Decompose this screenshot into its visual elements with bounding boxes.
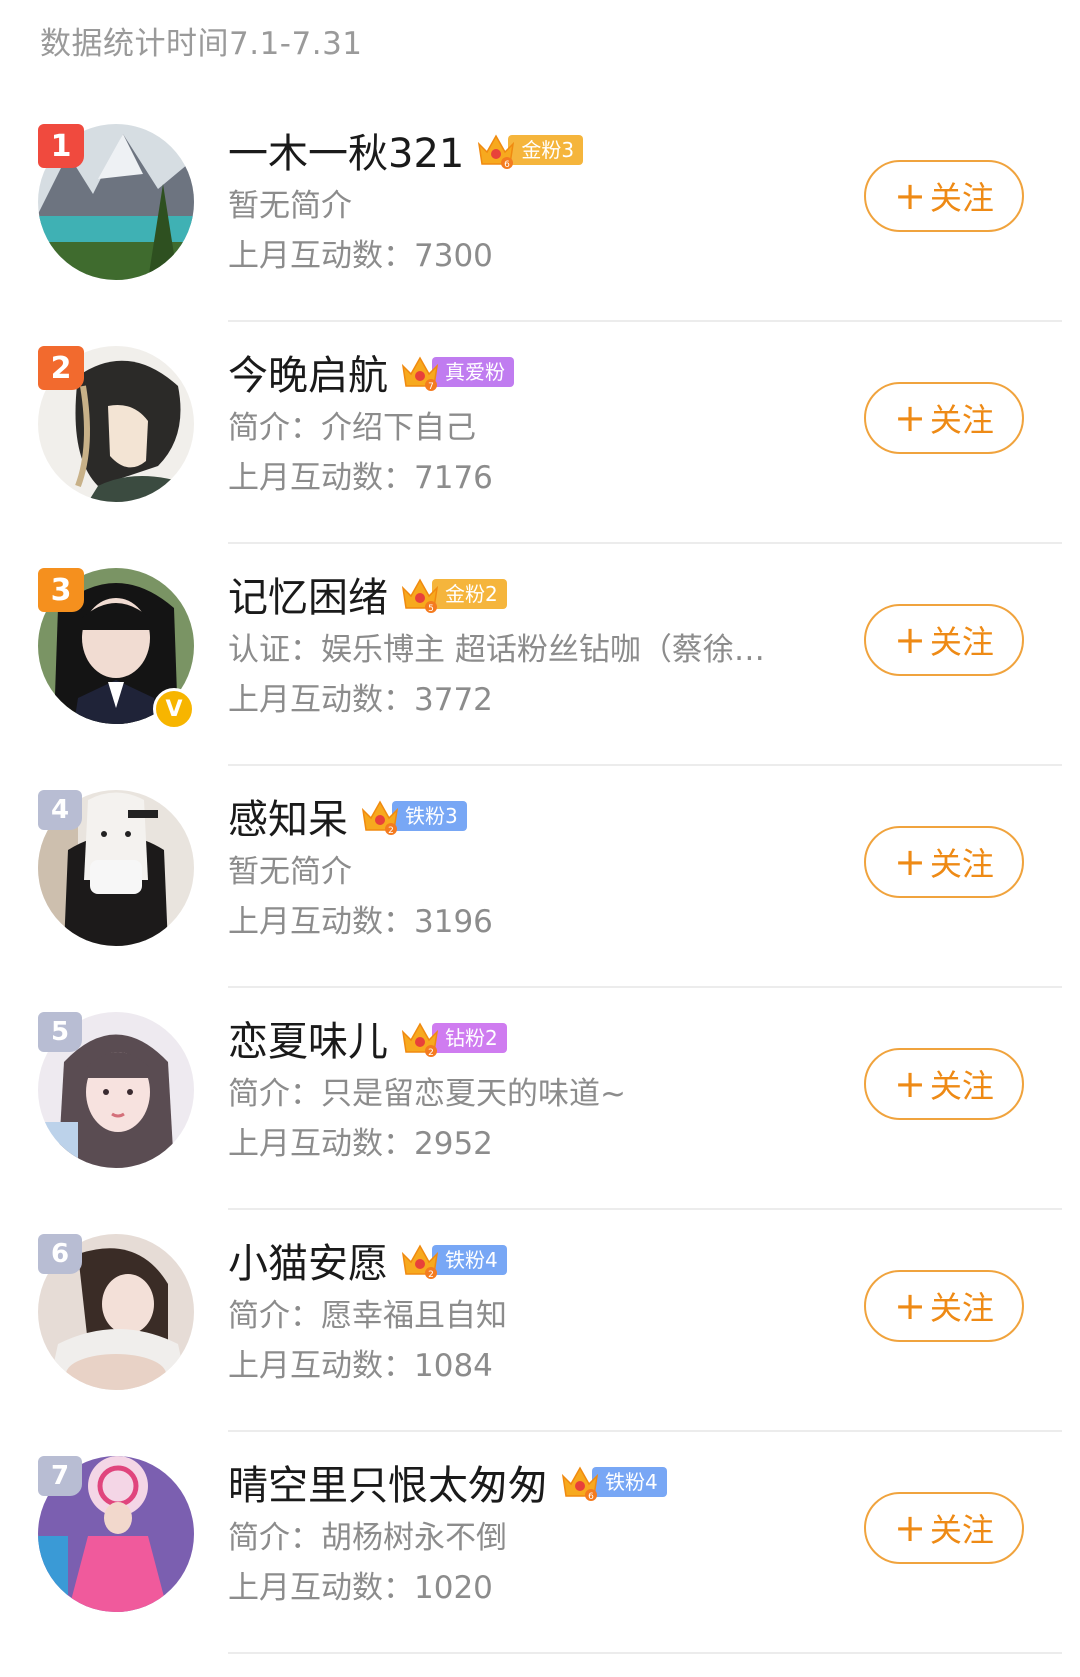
fan-badge-label: 铁粉4 xyxy=(432,1245,507,1275)
follow-label: 关注 xyxy=(929,1067,994,1105)
plus-icon: + xyxy=(894,840,926,884)
interaction-count: 上月互动数：1084 xyxy=(228,1348,493,1384)
fan-badge-label: 铁粉4 xyxy=(592,1467,667,1497)
user-bio: 暂无简介 xyxy=(228,854,352,890)
plus-icon: + xyxy=(894,1506,926,1550)
crown-icon: 5 xyxy=(400,574,440,614)
follow-label: 关注 xyxy=(929,1289,994,1327)
rank-badge: 7 xyxy=(38,1456,82,1496)
rank-badge: 3 xyxy=(38,568,84,612)
interaction-count: 上月互动数：7300 xyxy=(228,238,493,274)
username[interactable]: 记忆困绪 xyxy=(228,565,388,623)
username[interactable]: 感知呆 xyxy=(228,787,348,845)
follow-button[interactable]: + 关注 xyxy=(864,1492,1024,1564)
username[interactable]: 小猫安愿 xyxy=(228,1231,388,1289)
user-bio: 简介：介绍下自己 xyxy=(228,410,476,446)
list-item[interactable]: 2 今晚启航 7 真爱粉 简介：介绍下自己 上月互动数：7176 + 关注 xyxy=(0,322,1080,544)
list-item[interactable]: 1 一木一秋321 6 金粉3 暂无简介 上月互动数：7300 + 关注 xyxy=(0,100,1080,322)
rank-badge: 2 xyxy=(38,346,84,390)
list-item[interactable]: 7 晴空里只恨太匆匆 6 铁粉4 简介：胡杨树永不倒 上月互动数：1020 + 关… xyxy=(0,1432,1080,1654)
list-item[interactable]: 6 小猫安愿 2 铁粉4 简介：愿幸福且自知 上月互动数：1084 + 关注 xyxy=(0,1210,1080,1432)
svg-text:2: 2 xyxy=(388,826,394,836)
verified-icon: V xyxy=(153,688,195,730)
crown-icon: 2 xyxy=(400,1018,440,1058)
username[interactable]: 恋夏味儿 xyxy=(228,1009,388,1067)
fan-level-badge: 6 铁粉4 xyxy=(560,1462,667,1502)
follow-label: 关注 xyxy=(929,1511,994,1549)
fan-level-badge: 2 铁粉4 xyxy=(400,1240,507,1280)
follow-button[interactable]: + 关注 xyxy=(864,382,1024,454)
user-bio: 暂无简介 xyxy=(228,188,352,224)
svg-text:6: 6 xyxy=(588,1492,594,1502)
username[interactable]: 今晚启航 xyxy=(228,343,388,401)
fan-ranking-list: 1 一木一秋321 6 金粉3 暂无简介 上月互动数：7300 + 关注 2 今… xyxy=(0,100,1080,1654)
crown-icon: 2 xyxy=(400,1240,440,1280)
user-bio: 简介：愿幸福且自知 xyxy=(228,1298,507,1334)
follow-label: 关注 xyxy=(929,179,994,217)
follow-button[interactable]: + 关注 xyxy=(864,826,1024,898)
follow-label: 关注 xyxy=(929,623,994,661)
divider xyxy=(228,1652,1062,1654)
user-bio: 简介：只是留恋夏天的味道~ xyxy=(228,1076,626,1112)
crown-icon: 7 xyxy=(400,352,440,392)
follow-label: 关注 xyxy=(929,845,994,883)
fan-level-badge: 2 铁粉3 xyxy=(360,796,467,836)
interaction-count: 上月互动数：7176 xyxy=(228,460,493,496)
interaction-count: 上月互动数：3772 xyxy=(228,682,493,718)
follow-label: 关注 xyxy=(929,401,994,439)
svg-text:5: 5 xyxy=(428,604,434,614)
interaction-count: 上月互动数：1020 xyxy=(228,1570,493,1606)
fan-level-badge: 5 金粉2 xyxy=(400,574,507,614)
plus-icon: + xyxy=(894,1062,926,1106)
svg-text:7: 7 xyxy=(428,382,434,392)
crown-icon: 6 xyxy=(560,1462,600,1502)
crown-icon: 2 xyxy=(360,796,400,836)
follow-button[interactable]: + 关注 xyxy=(864,160,1024,232)
svg-text:2: 2 xyxy=(428,1270,434,1280)
fan-level-badge: 6 金粉3 xyxy=(476,130,584,170)
user-bio: 简介：胡杨树永不倒 xyxy=(228,1520,507,1556)
plus-icon: + xyxy=(894,174,926,218)
interaction-count: 上月互动数：2952 xyxy=(228,1126,493,1162)
fan-badge-label: 真爱粉 xyxy=(432,357,514,387)
follow-button[interactable]: + 关注 xyxy=(864,1048,1024,1120)
svg-text:2: 2 xyxy=(428,1048,434,1058)
rank-badge: 1 xyxy=(38,124,84,168)
plus-icon: + xyxy=(894,618,926,662)
follow-button[interactable]: + 关注 xyxy=(864,1270,1024,1342)
follow-button[interactable]: + 关注 xyxy=(864,604,1024,676)
svg-text:6: 6 xyxy=(504,160,510,170)
fan-level-badge: 7 真爱粉 xyxy=(400,352,514,392)
stat-period-label: 数据统计时间7.1-7.31 xyxy=(40,26,363,62)
username[interactable]: 晴空里只恨太匆匆 xyxy=(228,1453,548,1511)
list-item[interactable]: 5 恋夏味儿 2 钻粉2 简介：只是留恋夏天的味道~ 上月互动数：2952 + 关… xyxy=(0,988,1080,1210)
crown-icon: 6 xyxy=(476,130,516,170)
fan-badge-label: 金粉3 xyxy=(508,135,584,165)
fan-level-badge: 2 钻粉2 xyxy=(400,1018,507,1058)
list-item[interactable]: 4 感知呆 2 铁粉3 暂无简介 上月互动数：3196 + 关注 xyxy=(0,766,1080,988)
username[interactable]: 一木一秋321 xyxy=(228,121,464,179)
list-item[interactable]: 3 V 记忆困绪 5 金粉2 认证：娱乐博主 超话粉丝钻咖（蔡徐… 上月互动数：… xyxy=(0,544,1080,766)
fan-badge-label: 金粉2 xyxy=(432,579,507,609)
plus-icon: + xyxy=(894,396,926,440)
user-bio: 认证：娱乐博主 超话粉丝钻咖（蔡徐… xyxy=(228,632,765,668)
rank-badge: 6 xyxy=(38,1234,82,1274)
rank-badge: 5 xyxy=(38,1012,82,1052)
rank-badge: 4 xyxy=(38,790,82,830)
fan-badge-label: 钻粉2 xyxy=(432,1023,507,1053)
fan-badge-label: 铁粉3 xyxy=(392,801,467,831)
interaction-count: 上月互动数：3196 xyxy=(228,904,493,940)
plus-icon: + xyxy=(894,1284,926,1328)
